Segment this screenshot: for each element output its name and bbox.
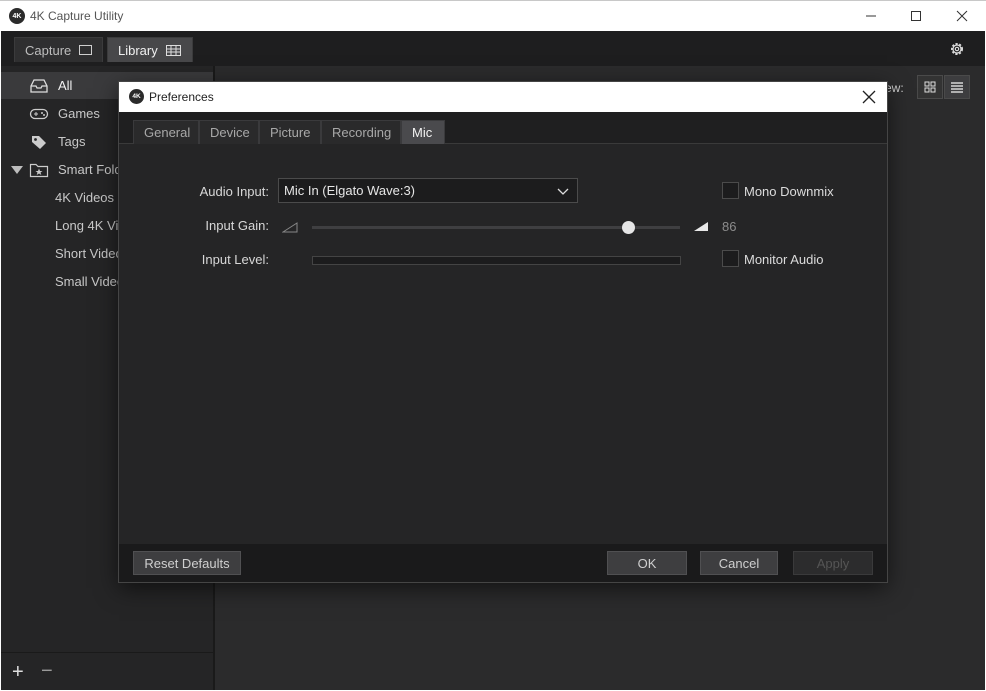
cancel-button[interactable]: Cancel (700, 551, 778, 575)
sidebar-item-label: Tags (58, 134, 86, 149)
tab-device[interactable]: Device (199, 120, 259, 144)
add-folder-button[interactable]: + (12, 662, 24, 682)
tab-library-label: Library (118, 42, 158, 58)
tag-icon (32, 135, 46, 149)
gear-icon[interactable] (948, 40, 966, 58)
list-view-button[interactable] (944, 75, 970, 99)
sidebar-footer: + − (1, 652, 213, 690)
minimize-button[interactable] (848, 1, 894, 31)
input-gain-value: 86 (722, 219, 737, 234)
tab-general[interactable]: General (133, 120, 199, 144)
ok-button[interactable]: OK (607, 551, 687, 575)
mono-downmix-label: Mono Downmix (744, 184, 834, 199)
dialog-titlebar: 4K Preferences (119, 82, 887, 112)
app-logo-icon: 4K (9, 8, 25, 24)
tab-capture-label: Capture (25, 42, 72, 58)
input-gain-label: Input Gain: (205, 218, 269, 233)
view-label: ew: (885, 81, 904, 95)
close-icon (956, 10, 968, 22)
close-icon[interactable] (861, 89, 877, 105)
chevron-down-icon[interactable] (11, 165, 23, 174)
maximize-icon (911, 11, 921, 21)
list-view-icon (951, 82, 963, 93)
audio-input-value: Mic In (Elgato Wave:3) (284, 183, 416, 198)
input-gain-slider-handle[interactable] (622, 221, 636, 234)
maximize-button[interactable] (893, 1, 939, 31)
input-gain-slider[interactable] (312, 221, 680, 234)
smart-folder-icon (29, 163, 49, 177)
app-title: 4K Capture Utility (30, 9, 124, 23)
preferences-tabs: General Device Picture Recording Mic (119, 112, 887, 144)
volume-low-icon (282, 222, 298, 233)
library-grid-icon (165, 44, 181, 56)
remove-folder-button[interactable]: − (41, 661, 53, 681)
mono-downmix-checkbox[interactable] (722, 182, 739, 199)
reset-defaults-button[interactable]: Reset Defaults (133, 551, 241, 575)
sidebar-item-label: All (58, 78, 73, 93)
dialog-title: Preferences (149, 90, 214, 104)
close-window-button[interactable] (939, 1, 985, 31)
input-gain-slider-fill (312, 226, 629, 229)
main-tabbar: Capture Library (1, 31, 985, 66)
preferences-dialog: 4K Preferences General Device Picture Re… (119, 82, 887, 582)
grid-view-icon (924, 81, 936, 93)
app-logo-icon: 4K (129, 89, 144, 104)
sidebar-item-label: Long 4K Vic (55, 218, 125, 233)
monitor-icon (79, 45, 92, 55)
sidebar-item-label: 4K Videos (55, 190, 115, 205)
tab-library[interactable]: Library (107, 37, 193, 62)
sidebar-item-label: Small Videc (55, 274, 124, 289)
tab-picture[interactable]: Picture (259, 120, 321, 144)
sidebar-item-label: Smart Fold (58, 162, 122, 177)
monitor-audio-label: Monitor Audio (744, 252, 824, 267)
chevron-down-icon (557, 188, 569, 195)
tab-mic[interactable]: Mic (401, 120, 445, 144)
sidebar-item-label: Short Videc (55, 246, 122, 261)
monitor-audio-checkbox[interactable] (722, 250, 739, 267)
tab-recording[interactable]: Recording (321, 120, 401, 144)
gamepad-icon (29, 108, 49, 119)
audio-input-label: Audio Input: (199, 184, 269, 199)
tab-capture[interactable]: Capture (14, 37, 103, 62)
inbox-icon (30, 78, 48, 93)
audio-input-select[interactable]: Mic In (Elgato Wave:3) (278, 178, 578, 203)
sidebar-item-label: Games (58, 106, 100, 121)
grid-view-button[interactable] (917, 75, 943, 99)
input-level-meter (312, 256, 681, 265)
apply-button[interactable]: Apply (793, 551, 873, 575)
dialog-footer: Reset Defaults OK Cancel Apply (119, 544, 887, 582)
app-titlebar: 4K 4K Capture Utility (0, 0, 986, 31)
volume-high-icon (694, 222, 708, 231)
input-level-label: Input Level: (201, 252, 269, 267)
minimize-icon (866, 15, 876, 17)
